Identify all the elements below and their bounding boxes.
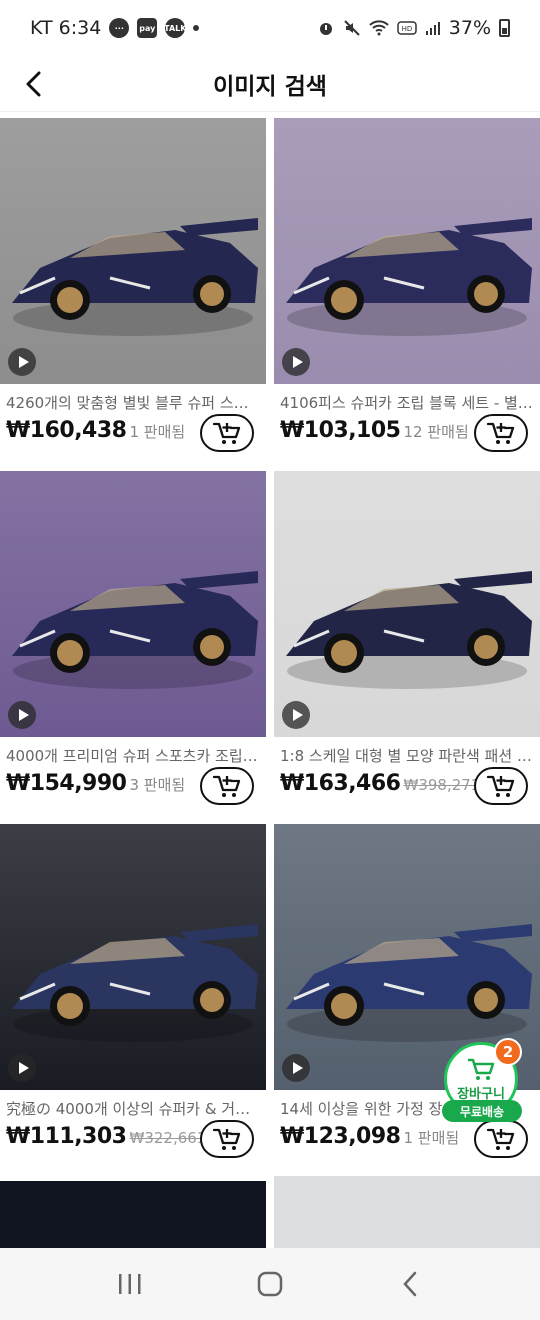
play-video-icon[interactable] — [282, 348, 310, 376]
floating-cart-label: 장바구니 — [457, 1086, 505, 1102]
wifi-icon — [369, 20, 389, 36]
product-title[interactable]: 4260개의 맞춤형 별빛 블루 슈퍼 스포츠카 — [6, 392, 260, 413]
recent-apps-icon — [119, 1274, 141, 1294]
add-to-cart-button[interactable] — [474, 767, 528, 805]
product-card[interactable]: 4260개의 맞춤형 별빛 블루 슈퍼 스포츠카 ₩160,438 1 판매됨 — [0, 118, 266, 463]
talk-icon: TALK — [164, 18, 186, 38]
product-title[interactable]: 4106피스 슈퍼카 조립 블록 세트 - 별빛 블루 — [280, 392, 534, 413]
mute-icon — [344, 20, 360, 36]
add-to-cart-button[interactable] — [200, 414, 254, 452]
recent-apps-button[interactable] — [100, 1259, 160, 1309]
signal-icon — [425, 22, 440, 35]
play-video-icon[interactable] — [282, 1054, 310, 1082]
floating-cart-button[interactable]: 장바구니 2 무료배송 — [440, 1038, 522, 1124]
add-to-cart-button[interactable] — [474, 1120, 528, 1158]
product-card[interactable]: 究極の 4000개 이상의 슈퍼카 & 거대 모델 ₩111,303 ₩322,… — [0, 824, 266, 1169]
sold-count: 3 판매됨 — [129, 776, 186, 794]
hd-icon: HD — [397, 21, 417, 35]
system-back-button[interactable] — [380, 1259, 440, 1309]
cart-icon — [468, 1058, 495, 1080]
cart-count-badge: 2 — [494, 1038, 522, 1066]
sold-count: 1 판매됨 — [129, 423, 186, 441]
original-price: ₩322,661 — [129, 1129, 207, 1147]
product-image[interactable] — [274, 118, 540, 384]
add-to-cart-button[interactable] — [474, 414, 528, 452]
svg-text:HD: HD — [401, 25, 412, 33]
product-price: ₩111,303 — [6, 1124, 127, 1149]
add-to-cart-icon — [212, 422, 241, 444]
product-image[interactable] — [0, 824, 266, 1090]
product-image[interactable] — [274, 471, 540, 737]
product-title[interactable]: 究極の 4000개 이상의 슈퍼카 & 거대 모델 — [6, 1098, 260, 1119]
free-shipping-label: 무료배송 — [442, 1100, 522, 1122]
product-card[interactable]: 4000개 프리미엄 슈퍼 스포츠카 조립 블록 ₩154,990 3 판매됨 — [0, 471, 266, 816]
back-icon — [403, 1271, 417, 1297]
add-to-cart-button[interactable] — [200, 767, 254, 805]
alarm-icon — [319, 23, 332, 35]
chevron-left-icon — [26, 71, 41, 97]
home-icon — [257, 1271, 283, 1297]
add-to-cart-icon — [486, 422, 515, 444]
product-price: ₩160,438 — [6, 418, 127, 443]
product-card[interactable]: 1:8 스케일 대형 별 모양 파란색 패션 슈퍼카 ₩163,466 ₩398… — [274, 471, 540, 816]
play-video-icon[interactable] — [8, 1054, 36, 1082]
product-title[interactable]: 1:8 스케일 대형 별 모양 파란색 패션 슈퍼카 — [280, 745, 534, 766]
product-price: ₩123,098 — [280, 1124, 401, 1149]
product-price: ₩103,105 — [280, 418, 401, 443]
product-title[interactable]: 4000개 프리미엄 슈퍼 스포츠카 조립 블록 — [6, 745, 260, 766]
pay-icon: pay — [137, 18, 158, 38]
battery-percent: 37% — [448, 17, 491, 39]
sold-count: 12 판매됨 — [403, 423, 469, 441]
play-video-icon[interactable] — [8, 701, 36, 729]
home-button[interactable] — [240, 1259, 300, 1309]
product-price: ₩163,466 — [280, 771, 401, 796]
original-price: ₩398,271 — [403, 776, 481, 794]
header: 이미지 검색 — [0, 56, 540, 112]
add-to-cart-icon — [212, 775, 241, 797]
sold-count: 1 판매됨 — [403, 1129, 460, 1147]
back-button[interactable] — [14, 64, 54, 104]
add-to-cart-icon — [486, 775, 515, 797]
carrier-time: KT 6:34 — [30, 17, 102, 39]
add-to-cart-icon — [486, 1128, 515, 1150]
play-video-icon[interactable] — [282, 701, 310, 729]
product-image[interactable] — [0, 118, 266, 384]
add-to-cart-button[interactable] — [200, 1120, 254, 1158]
notification-dot-icon — [193, 25, 200, 31]
status-bar: KT 6:34 ··· pay TALK HD 37% — [0, 0, 540, 56]
add-to-cart-icon — [212, 1128, 241, 1150]
product-price: ₩154,990 — [6, 771, 127, 796]
play-video-icon[interactable] — [8, 348, 36, 376]
chat-icon: ··· — [109, 18, 130, 38]
product-image[interactable] — [0, 471, 266, 737]
battery-icon — [499, 19, 510, 37]
product-card[interactable]: 4106피스 슈퍼카 조립 블록 세트 - 별빛 블루 ₩103,105 12 … — [274, 118, 540, 463]
product-thumb-partial[interactable] — [274, 1176, 540, 1248]
page-title: 이미지 검색 — [213, 73, 327, 100]
product-thumb-partial[interactable] — [0, 1181, 266, 1248]
system-nav-bar — [0, 1248, 540, 1320]
